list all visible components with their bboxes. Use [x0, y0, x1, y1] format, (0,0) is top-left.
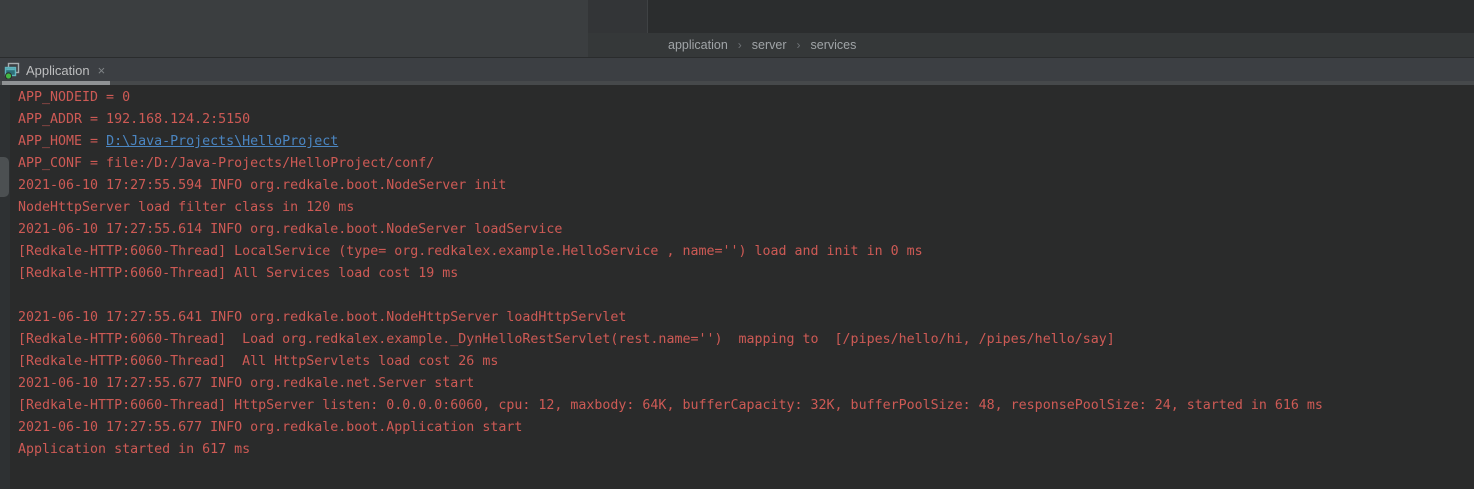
log-text: 2021-06-10 17:27:55.594 INFO org.redkale…	[18, 178, 506, 193]
console-line: 2021-06-10 17:27:55.641 INFO org.redkale…	[18, 307, 1323, 329]
breadcrumb-item-application[interactable]: application	[668, 38, 728, 52]
console-line: 2021-06-10 17:27:55.677 INFO org.redkale…	[18, 417, 1323, 439]
console-line: 2021-06-10 17:27:55.677 INFO org.redkale…	[18, 373, 1323, 395]
log-text: [Redkale-HTTP:6060-Thread] Load org.redk…	[18, 332, 1115, 347]
gutter-scrollbar-thumb[interactable]	[0, 157, 9, 197]
tab-close-icon[interactable]: ×	[98, 63, 106, 78]
log-text: 2021-06-10 17:27:55.677 INFO org.redkale…	[18, 376, 474, 391]
run-console-icon	[4, 62, 21, 79]
log-text: [Redkale-HTTP:6060-Thread] HttpServer li…	[18, 398, 1323, 413]
console-line: APP_CONF = file:/D:/Java-Projects/HelloP…	[18, 153, 1323, 175]
console-log: APP_NODEID = 0 APP_ADDR = 192.168.124.2:5…	[18, 87, 1323, 461]
console-line: APP_ADDR = 192.168.124.2:5150	[18, 109, 1323, 131]
console-line	[18, 285, 1323, 307]
breadcrumb: application › server › services	[588, 33, 1474, 57]
log-text: [Redkale-HTTP:6060-Thread] All HttpServl…	[18, 354, 498, 369]
log-text: APP_HOME =	[18, 134, 106, 149]
breadcrumb-separator: ›	[738, 38, 742, 52]
breadcrumb-item-server[interactable]: server	[752, 38, 787, 52]
console-line: 2021-06-10 17:27:55.614 INFO org.redkale…	[18, 219, 1323, 241]
log-text: 2021-06-10 17:27:55.641 INFO org.redkale…	[18, 310, 626, 325]
tab-application-label: Application	[26, 63, 90, 78]
console-gutter	[0, 85, 10, 489]
console-line: [Redkale-HTTP:6060-Thread] LocalService …	[18, 241, 1323, 263]
log-text: APP_NODEID = 0	[18, 90, 130, 105]
console-output[interactable]: APP_NODEID = 0 APP_ADDR = 192.168.124.2:5…	[0, 85, 1474, 489]
log-text: NodeHttpServer load filter class in 120 …	[18, 200, 354, 215]
console-line: [Redkale-HTTP:6060-Thread] All HttpServl…	[18, 351, 1323, 373]
log-text: APP_CONF = file:/D:/Java-Projects/HelloP…	[18, 156, 434, 171]
console-line: NodeHttpServer load filter class in 120 …	[18, 197, 1323, 219]
console-line: Application started in 617 ms	[18, 439, 1323, 461]
log-text: [Redkale-HTTP:6060-Thread] LocalService …	[18, 244, 923, 259]
console-line: [Redkale-HTTP:6060-Thread] HttpServer li…	[18, 395, 1323, 417]
file-path-link[interactable]: D:\Java-Projects\HelloProject	[106, 134, 338, 149]
console-tab-bar: Application ×	[0, 57, 1474, 85]
tool-window-panel	[0, 0, 588, 57]
console-line: [Redkale-HTTP:6060-Thread] Load org.redk…	[18, 329, 1323, 351]
tab-application[interactable]: Application ×	[0, 58, 105, 82]
console-line: APP_NODEID = 0	[18, 87, 1323, 109]
log-text: APP_ADDR = 192.168.124.2:5150	[18, 112, 250, 127]
log-text: [Redkale-HTTP:6060-Thread] All Services …	[18, 266, 458, 281]
log-text: Application started in 617 ms	[18, 442, 250, 457]
breadcrumb-item-services[interactable]: services	[811, 38, 857, 52]
console-line: [Redkale-HTTP:6060-Thread] All Services …	[18, 263, 1323, 285]
editor-area	[647, 0, 1474, 33]
console-line: 2021-06-10 17:27:55.594 INFO org.redkale…	[18, 175, 1323, 197]
console-line: APP_HOME = D:\Java-Projects\HelloProject	[18, 131, 1323, 153]
editor-top-strip	[588, 0, 647, 33]
breadcrumb-separator: ›	[797, 38, 801, 52]
log-text: 2021-06-10 17:27:55.614 INFO org.redkale…	[18, 222, 562, 237]
log-text: 2021-06-10 17:27:55.677 INFO org.redkale…	[18, 420, 522, 435]
